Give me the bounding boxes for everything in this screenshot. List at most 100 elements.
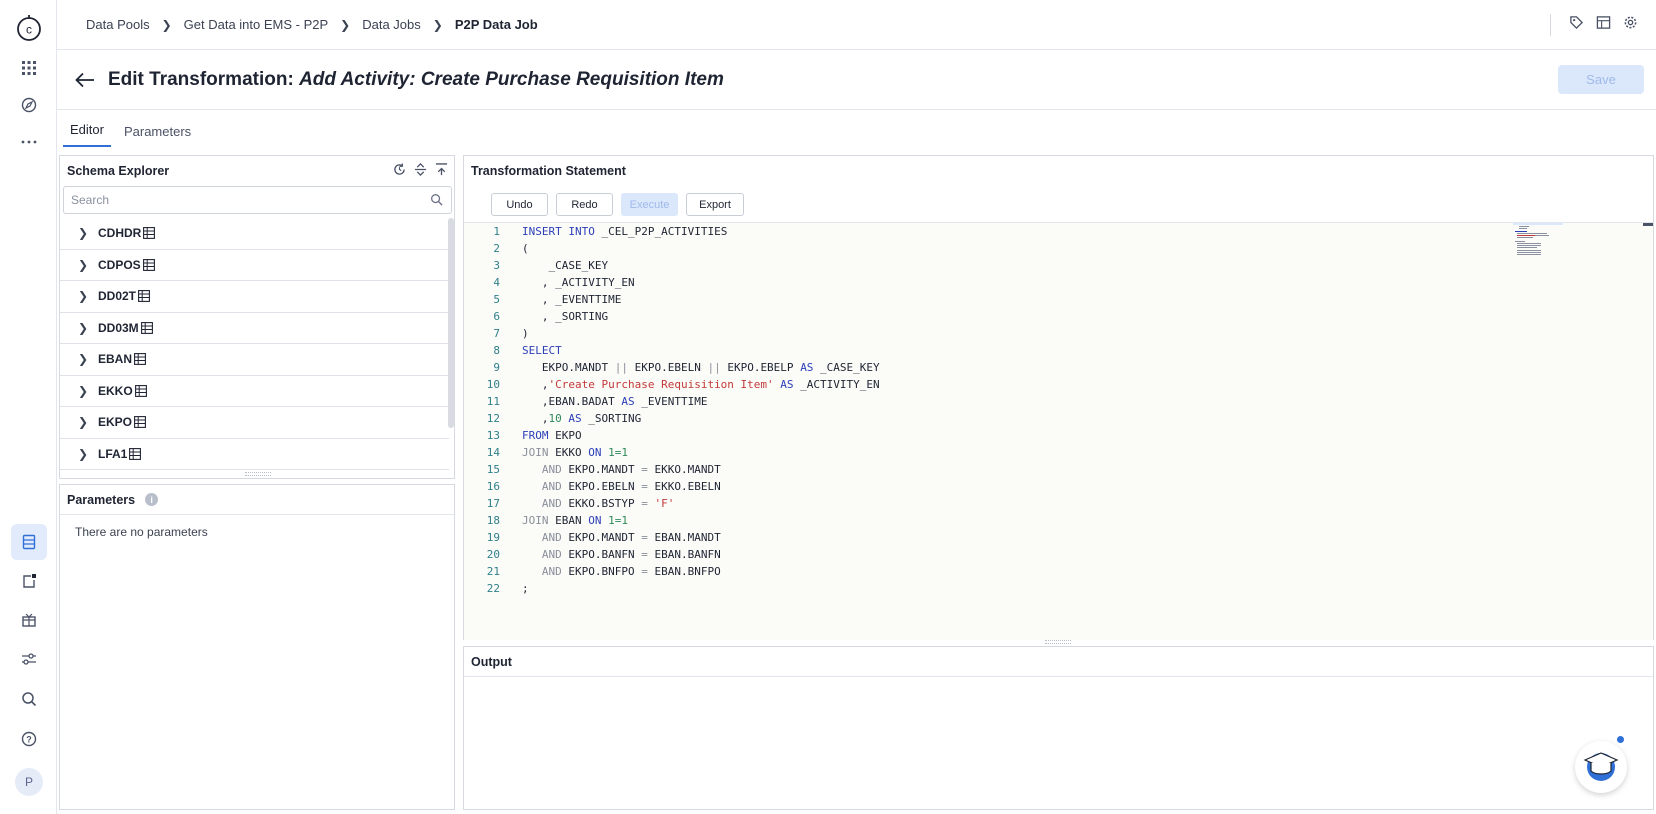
avatar-initial: P [15, 768, 43, 796]
code-line: ,EBAN.BADAT AS _EVENTTIME [522, 395, 708, 408]
line-number: 11 [486, 395, 500, 408]
collapse-all-icon[interactable] [435, 163, 448, 179]
table-row[interactable]: ❯ EKKO [60, 376, 449, 407]
code-line: , _SORTING [522, 310, 609, 323]
schema-scrollbar[interactable] [448, 218, 454, 428]
breadcrumb-data-pool[interactable]: Get Data into EMS - P2P [184, 17, 329, 32]
settings-sliders-icon[interactable] [11, 641, 47, 677]
marketplace-icon[interactable] [11, 602, 47, 638]
table-name: CDHDR [98, 226, 142, 241]
line-number: 18 [486, 514, 500, 527]
celonis-logo-icon[interactable]: c [11, 10, 47, 46]
title-transformation-name: Add Activity: Create Purchase Requisitio… [299, 68, 724, 90]
more-icon[interactable] [11, 124, 47, 160]
breadcrumb-data-pools[interactable]: Data Pools [86, 17, 150, 32]
line-number: 4 [493, 276, 500, 289]
tab-parameters[interactable]: Parameters [117, 124, 198, 147]
tab-editor[interactable]: Editor [63, 122, 111, 147]
parameters-header: Parameters i [60, 485, 454, 515]
resize-handle[interactable] [1045, 640, 1071, 644]
code-line: FROM EKPO [522, 429, 582, 442]
search-placeholder: Search [71, 193, 110, 207]
line-number: 16 [486, 480, 500, 493]
apps-grid-icon[interactable] [11, 50, 47, 86]
code-line: INSERT INTO _CEL_P2P_ACTIVITIES [522, 225, 728, 238]
save-button[interactable]: Save [1558, 65, 1644, 94]
data-integration-icon[interactable] [11, 524, 47, 560]
table-row[interactable]: ❯ DD02T [60, 281, 449, 313]
code-line: ,10 AS _SORTING [522, 412, 642, 425]
line-number: 12 [486, 412, 500, 425]
code-line: JOIN EBAN ON 1=1 [522, 514, 628, 527]
app: c ? P Data Pools ❯ Get Data into EMS - P… [0, 0, 1656, 814]
chevron-right-icon[interactable]: ❯ [78, 415, 92, 429]
table-icon [134, 416, 146, 429]
output-header: Output [464, 647, 1653, 677]
tab-bar: Editor Parameters [57, 111, 198, 147]
expand-all-icon[interactable] [414, 163, 427, 179]
svg-text:c: c [26, 23, 32, 37]
compass-icon[interactable] [11, 87, 47, 123]
chevron-right-icon[interactable]: ❯ [78, 226, 92, 240]
editor-scrollbar[interactable] [1643, 223, 1653, 226]
table-name: EKPO [98, 415, 133, 430]
chevron-right-icon[interactable]: ❯ [78, 447, 92, 461]
transformation-title: Transformation Statement [471, 164, 626, 178]
table-row[interactable]: ❯ CDHDR [60, 218, 449, 250]
breadcrumb-data-jobs[interactable]: Data Jobs [362, 17, 421, 32]
table-row[interactable]: ❯ EKPO [60, 407, 449, 439]
output-panel: Output [463, 646, 1654, 810]
code-line: ) [522, 327, 529, 340]
line-number: 8 [493, 344, 500, 357]
search-icon [430, 193, 443, 209]
search-icon[interactable] [11, 681, 47, 717]
execute-button[interactable]: Execute [621, 193, 678, 216]
table-icon [134, 353, 146, 366]
table-row[interactable]: ❯ LFA1 [60, 439, 449, 470]
back-arrow-icon[interactable] [74, 69, 96, 91]
table-view-icon[interactable] [1596, 15, 1611, 35]
chevron-right-icon[interactable]: ❯ [78, 258, 92, 272]
table-row[interactable]: ❯ CDPOS [60, 250, 449, 281]
chevron-right-icon[interactable]: ❯ [78, 384, 92, 398]
code-line: ,'Create Purchase Requisition Item' AS _… [522, 378, 880, 391]
line-number: 9 [493, 361, 500, 374]
code-line: JOIN EKKO ON 1=1 [522, 446, 628, 459]
redo-button[interactable]: Redo [556, 193, 613, 216]
parameters-title: Parameters [67, 492, 136, 507]
table-row[interactable]: ❯ DD03M [60, 313, 449, 344]
table-icon [143, 227, 156, 240]
title-row: Edit Transformation: Add Activity: Creat… [57, 50, 1656, 110]
code-line: , _EVENTTIME [522, 293, 622, 306]
table-row[interactable]: ❯ EBAN [60, 344, 449, 376]
info-icon[interactable]: i [145, 493, 159, 506]
chevron-right-icon: ❯ [432, 17, 443, 32]
table-name: CDPOS [98, 257, 141, 272]
line-number: 21 [486, 565, 500, 578]
schema-search-input[interactable]: Search [63, 186, 452, 214]
line-number: 14 [486, 446, 500, 459]
chevron-right-icon[interactable]: ❯ [78, 352, 92, 366]
schema-explorer-header: Schema Explorer [60, 156, 454, 186]
code-minimap[interactable] [1513, 223, 1563, 263]
table-name: DD02T [98, 289, 137, 304]
schema-explorer-panel: Schema Explorer Search ❯ CDHDR ❯ CDPOS ❯ DD… [59, 155, 455, 479]
tag-icon[interactable] [1569, 15, 1584, 35]
chevron-right-icon[interactable]: ❯ [78, 321, 92, 335]
code-line: ( [522, 242, 529, 255]
transformation-statement-panel: Transformation Statement Undo Redo Execu… [463, 155, 1654, 644]
resize-handle[interactable] [245, 472, 271, 476]
help-icon[interactable]: ? [11, 721, 47, 757]
gear-icon[interactable] [1623, 15, 1638, 35]
user-avatar[interactable]: P [11, 764, 47, 800]
sql-code-editor[interactable]: 1 INSERT INTO _CEL_P2P_ACTIVITIES 2 ( 3 … [464, 222, 1653, 640]
chevron-right-icon[interactable]: ❯ [78, 289, 92, 303]
academy-help-button[interactable] [1575, 741, 1627, 793]
studio-icon[interactable] [11, 563, 47, 599]
top-icons [1550, 14, 1638, 36]
undo-button[interactable]: Undo [491, 193, 548, 216]
divider [1550, 14, 1551, 36]
code-line: AND EKPO.BNFPO = EBAN.BNFPO [541, 565, 721, 578]
export-button[interactable]: Export [686, 193, 744, 216]
refresh-icon[interactable] [393, 163, 406, 179]
